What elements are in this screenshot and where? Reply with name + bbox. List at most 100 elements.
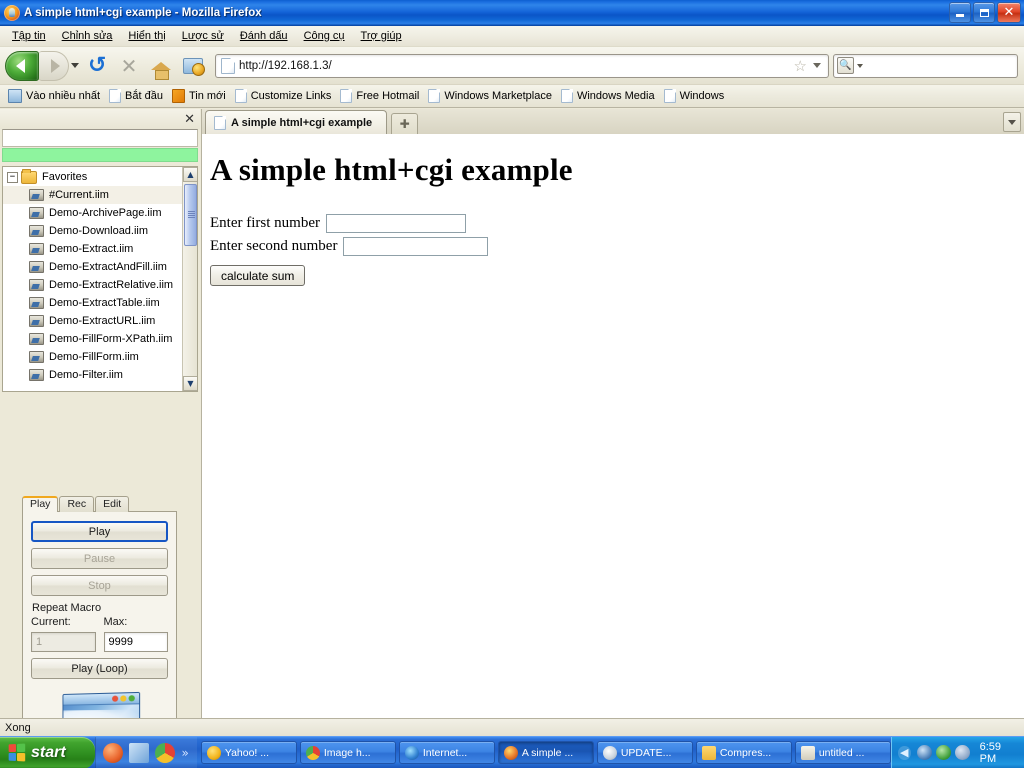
- task-image-h[interactable]: Image h...: [299, 741, 396, 764]
- stop-button[interactable]: Stop: [31, 575, 168, 596]
- list-item[interactable]: Demo-ExtractRelative.iim: [3, 276, 182, 294]
- chevron-down-icon: [1008, 119, 1016, 125]
- second-number-label: Enter second number: [210, 238, 338, 254]
- page-icon: [340, 89, 353, 103]
- tab-edit[interactable]: Edit: [95, 496, 130, 512]
- list-item[interactable]: Demo-ArchivePage.iim: [3, 204, 182, 222]
- menu-edit[interactable]: Chỉnh sửa: [54, 28, 121, 44]
- pause-button[interactable]: Pause: [31, 548, 168, 569]
- tree-root-favorites[interactable]: − Favorites: [3, 168, 182, 186]
- list-item[interactable]: Demo-Download.iim: [3, 222, 182, 240]
- list-item[interactable]: Demo-Filter.iim: [3, 366, 182, 384]
- go-dropdown-icon[interactable]: [813, 63, 821, 68]
- menu-help[interactable]: Trợ giúp: [353, 28, 410, 44]
- current-loop-input[interactable]: [31, 632, 96, 652]
- first-number-input[interactable]: [325, 214, 466, 233]
- bookmark-windows[interactable]: Windows: [662, 88, 732, 104]
- reload-button[interactable]: ↻: [83, 52, 111, 80]
- macro-file-icon: [29, 333, 44, 345]
- home-icon: [151, 61, 171, 80]
- maximize-button[interactable]: [973, 2, 995, 23]
- max-loop-input[interactable]: [103, 632, 168, 652]
- page-icon: [663, 89, 676, 103]
- task-yahoo[interactable]: Yahoo! ...: [200, 741, 297, 764]
- chevron-down-icon[interactable]: ▼: [183, 376, 197, 391]
- chevron-right-icon[interactable]: »: [182, 746, 189, 760]
- list-item[interactable]: Demo-FillForm-XPath.iim: [3, 330, 182, 348]
- list-item[interactable]: #Current.iim: [3, 186, 182, 204]
- search-bar[interactable]: 🔍 🔍: [833, 53, 1024, 78]
- bookmark-getting-started[interactable]: Bắt đầu: [107, 88, 170, 104]
- chevron-down-icon[interactable]: [857, 63, 863, 68]
- macro-file-icon: [29, 207, 44, 219]
- chevron-down-icon: [71, 63, 79, 68]
- start-button[interactable]: start: [0, 736, 95, 768]
- new-tab-button[interactable]: ✚: [391, 113, 419, 134]
- menu-file-label: Tập tin: [12, 30, 46, 42]
- bookmark-free-hotmail[interactable]: Free Hotmail: [338, 88, 426, 104]
- restore-icon: [979, 8, 989, 17]
- list-all-tabs-button[interactable]: [1003, 112, 1021, 132]
- chevron-left-icon[interactable]: ◀: [897, 745, 911, 760]
- bookmark-customize-links[interactable]: Customize Links: [233, 88, 339, 104]
- search-input[interactable]: [866, 58, 1024, 73]
- second-number-input[interactable]: [343, 237, 489, 256]
- menu-file[interactable]: Tập tin: [4, 28, 54, 44]
- show-desktop-icon[interactable]: [128, 742, 149, 763]
- tab-play[interactable]: Play: [22, 496, 59, 512]
- network-icon[interactable]: [916, 745, 932, 760]
- forward-button[interactable]: [39, 50, 69, 81]
- tab-a-simple-html-cgi-example[interactable]: A simple html+cgi example: [205, 110, 388, 134]
- tab-rec[interactable]: Rec: [59, 496, 95, 512]
- bookmark-windows-media[interactable]: Windows Media: [559, 88, 662, 104]
- task-update[interactable]: UPDATE...: [596, 741, 693, 764]
- opera-icon[interactable]: [102, 742, 123, 763]
- bookmarks-button[interactable]: [179, 52, 207, 80]
- menu-bookmarks[interactable]: Đánh dấu: [232, 28, 296, 44]
- macro-file-icon: [29, 351, 44, 363]
- macro-file-icon: [29, 279, 44, 291]
- list-item[interactable]: Demo-ExtractAndFill.iim: [3, 258, 182, 276]
- url-input[interactable]: [239, 59, 794, 72]
- url-bar[interactable]: ☆: [215, 53, 829, 78]
- list-item[interactable]: Demo-Extract.iim: [3, 240, 182, 258]
- menu-history[interactable]: Lược sử: [174, 28, 232, 44]
- tab-strip: A simple html+cgi example ✚: [202, 109, 1024, 134]
- list-item[interactable]: Demo-ExtractURL.iim: [3, 312, 182, 330]
- calculate-sum-button[interactable]: calculate sum: [210, 265, 306, 286]
- stop-button[interactable]: ✕: [115, 52, 143, 80]
- close-button[interactable]: ✕: [997, 2, 1021, 23]
- minimize-icon: [956, 14, 964, 17]
- macro-filter-input[interactable]: [2, 129, 198, 147]
- taskbar-clock[interactable]: 6:59 PM: [980, 741, 1017, 765]
- scrollbar-thumb[interactable]: [184, 184, 197, 246]
- bookmark-windows-marketplace[interactable]: Windows Marketplace: [426, 88, 559, 104]
- search-engine-icon[interactable]: 🔍: [837, 57, 854, 74]
- home-button[interactable]: [147, 52, 175, 80]
- task-a-simple[interactable]: A simple ...: [497, 741, 594, 764]
- play-button[interactable]: Play: [31, 521, 168, 542]
- security-icon[interactable]: [935, 745, 951, 760]
- task-untitled[interactable]: untitled ...: [794, 741, 891, 764]
- chrome-icon[interactable]: [154, 742, 175, 763]
- list-item[interactable]: Demo-ExtractTable.iim: [3, 294, 182, 312]
- task-internet[interactable]: Internet...: [398, 741, 495, 764]
- close-icon[interactable]: ✕: [184, 112, 195, 127]
- task-compres[interactable]: Compres...: [695, 741, 792, 764]
- macro-tree-scrollbar[interactable]: ▲ ▼: [182, 167, 197, 391]
- firefox-icon: [4, 4, 20, 21]
- menu-tools[interactable]: Công cụ: [296, 28, 353, 44]
- play-loop-button[interactable]: Play (Loop): [31, 658, 168, 679]
- chevron-up-icon[interactable]: ▲: [183, 167, 197, 182]
- macro-file-icon: [29, 297, 44, 309]
- bookmark-most-visited[interactable]: Vào nhiều nhất: [6, 88, 107, 104]
- star-icon[interactable]: ☆: [794, 57, 807, 75]
- menu-view[interactable]: Hiển thị: [120, 28, 173, 44]
- minimize-button[interactable]: [949, 2, 971, 23]
- bookmark-latest-headlines[interactable]: Tin mới: [170, 88, 233, 104]
- back-button[interactable]: [5, 50, 39, 81]
- volume-icon[interactable]: [954, 745, 970, 760]
- collapse-icon[interactable]: −: [7, 171, 18, 183]
- list-item[interactable]: Demo-FillForm.iim: [3, 348, 182, 366]
- history-dropdown-button[interactable]: [69, 51, 81, 81]
